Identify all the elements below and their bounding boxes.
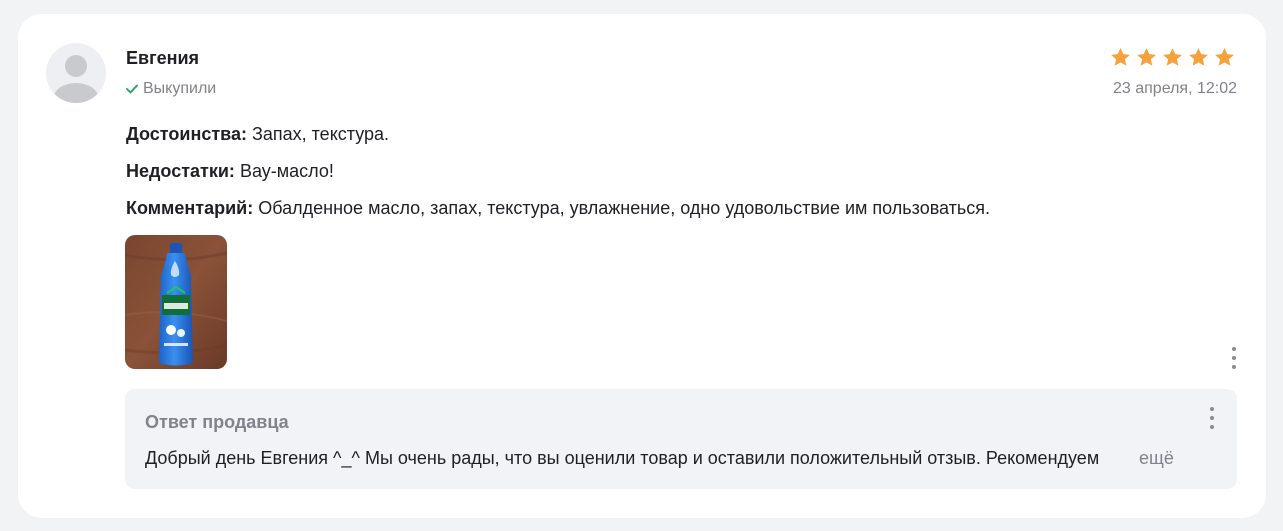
- coconut-oil-bottle-photo: [125, 235, 227, 369]
- review-pros: Достоинства: Запах, текстура.: [126, 124, 389, 145]
- review-more-options-icon[interactable]: [1224, 343, 1244, 373]
- user-silhouette-icon: [54, 55, 98, 103]
- check-icon: [126, 81, 139, 97]
- purchased-badge: Выкупили: [126, 80, 216, 98]
- seller-reply-text: Добрый день Евгения ^_^ Мы очень рады, ч…: [145, 448, 1100, 468]
- review-cons: Недостатки: Вау-масло!: [126, 161, 334, 182]
- avatar: [46, 43, 106, 103]
- reply-more-options-icon[interactable]: [1202, 403, 1222, 433]
- star-icon: [1137, 48, 1156, 66]
- comment-text: Обалденное масло, запах, текстура, увлаж…: [258, 198, 991, 218]
- pros-label: Достоинства:: [126, 124, 247, 144]
- star-icon: [1163, 48, 1182, 66]
- star-icon: [1111, 48, 1130, 66]
- review-photo-thumbnail[interactable]: [125, 235, 227, 369]
- review-comment: Комментарий: Обалденное масло, запах, те…: [126, 198, 990, 219]
- comment-label: Комментарий:: [126, 198, 254, 218]
- review-date: 23 апреля, 12:02: [1113, 80, 1237, 97]
- review-card: Евгения Выкупили 23 апреля, 12:02 Достои…: [18, 14, 1266, 518]
- rating-stars: [1109, 46, 1236, 69]
- cons-label: Недостатки:: [126, 161, 235, 181]
- pros-text: Запах, текстура.: [252, 124, 390, 144]
- reply-expand-link[interactable]: ещё: [1139, 448, 1174, 469]
- star-icon: [1189, 48, 1208, 66]
- star-icon: [1215, 48, 1234, 66]
- review-author: Евгения: [126, 48, 200, 68]
- seller-reply-title: Ответ продавца: [145, 412, 289, 432]
- seller-reply: Ответ продавца Добрый день Евгения ^_^ М…: [125, 389, 1237, 489]
- purchased-label: Выкупили: [143, 80, 217, 97]
- cons-text: Вау-масло!: [239, 161, 334, 181]
